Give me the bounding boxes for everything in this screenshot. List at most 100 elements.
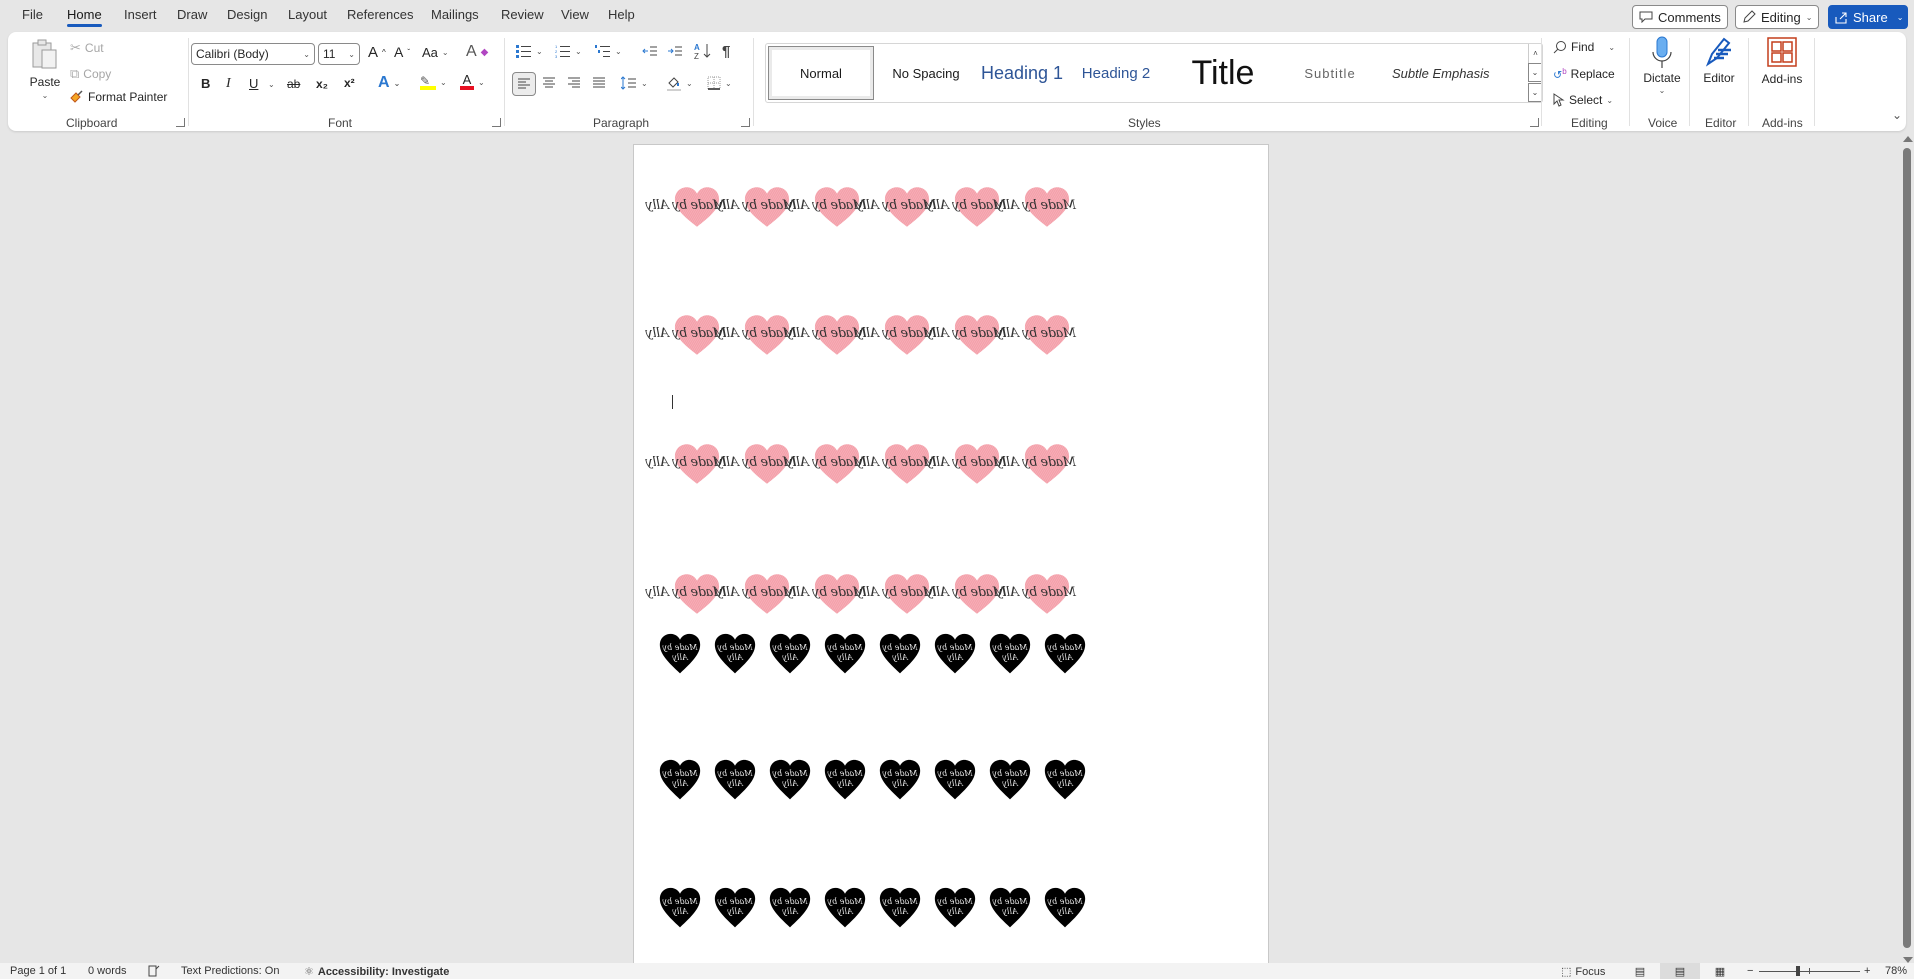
copy-button[interactable]: ⧉ Copy xyxy=(70,66,111,82)
show-formatting-marks-button[interactable]: ¶ xyxy=(722,43,730,60)
dictate-button[interactable]: Dictate ⌄ xyxy=(1637,36,1687,95)
align-center-button[interactable] xyxy=(542,77,556,89)
tab-layout[interactable]: Layout xyxy=(288,7,327,22)
focus-button[interactable]: ⬚ Focus xyxy=(1561,965,1605,979)
justify-button[interactable] xyxy=(592,77,606,89)
styles-launcher-icon[interactable] xyxy=(1530,118,1539,127)
pink-heart-label-image[interactable]: Made by Ally xyxy=(996,572,1076,618)
find-button[interactable]: Find ⌄ xyxy=(1553,40,1615,54)
black-heart-label-image[interactable]: Made by Ally xyxy=(714,631,756,677)
format-painter-button[interactable]: Format Painter xyxy=(70,90,167,104)
zoom-in-button[interactable]: + xyxy=(1864,965,1870,977)
pink-heart-label-image[interactable]: Made by Ally xyxy=(996,185,1076,231)
font-size-dropdown[interactable]: 11 ⌄ xyxy=(318,43,360,65)
black-heart-label-image[interactable]: Made by Ally xyxy=(934,631,976,677)
page-count[interactable]: Page 1 of 1 xyxy=(10,965,66,977)
bullets-button[interactable]: ⌄ xyxy=(516,44,543,58)
black-heart-label-image[interactable]: Made by Ally xyxy=(714,885,756,931)
replace-button[interactable]: ↺b Replace xyxy=(1553,67,1615,82)
clear-formatting-button[interactable]: A ◆ xyxy=(466,43,488,61)
paragraph-launcher-icon[interactable] xyxy=(741,118,750,127)
tab-help[interactable]: Help xyxy=(608,7,635,22)
sort-button[interactable]: AZ xyxy=(694,42,712,60)
black-heart-label-image[interactable]: Made by Ally xyxy=(769,885,811,931)
font-launcher-icon[interactable] xyxy=(492,118,501,127)
shading-button[interactable]: ⌄ xyxy=(666,75,693,91)
text-predictions-status[interactable]: Text Predictions: On xyxy=(181,965,279,977)
style-subtle-emphasis[interactable]: Subtle Emphasis xyxy=(1382,46,1526,100)
black-heart-label-image[interactable]: Made by Ally xyxy=(714,757,756,803)
font-name-dropdown[interactable]: Calibri (Body) ⌄ xyxy=(191,43,315,65)
increase-indent-button[interactable] xyxy=(667,44,683,58)
line-spacing-button[interactable]: ⌄ xyxy=(621,76,648,90)
italic-button[interactable]: I xyxy=(226,76,231,92)
tab-draw[interactable]: Draw xyxy=(177,7,207,22)
align-left-button[interactable] xyxy=(512,72,536,96)
document-page[interactable]: Made by Ally Made by Ally Made by Ally Made… xyxy=(633,144,1269,964)
tab-file[interactable]: File xyxy=(22,7,43,22)
tab-references[interactable]: References xyxy=(347,7,413,22)
black-heart-label-image[interactable]: Made by Ally xyxy=(879,885,921,931)
paste-button[interactable]: Paste ⌄ xyxy=(24,38,66,100)
black-heart-label-image[interactable]: Made by Ally xyxy=(1044,885,1086,931)
black-heart-label-image[interactable]: Made by Ally xyxy=(879,757,921,803)
style-title[interactable]: Title xyxy=(1168,46,1278,100)
borders-button[interactable]: ⌄ xyxy=(707,76,732,90)
black-heart-label-image[interactable]: Made by Ally xyxy=(824,757,866,803)
collapse-ribbon-icon[interactable]: ⌄ xyxy=(1892,108,1902,122)
superscript-button[interactable]: x² xyxy=(344,76,355,90)
subscript-button[interactable]: x₂ xyxy=(316,77,328,91)
clipboard-launcher-icon[interactable] xyxy=(176,118,185,127)
numbering-button[interactable]: 123 ⌄ xyxy=(555,44,582,58)
black-heart-label-image[interactable]: Made by Ally xyxy=(659,757,701,803)
bold-button[interactable]: B xyxy=(201,76,210,91)
zoom-out-button[interactable]: − xyxy=(1747,965,1753,977)
black-heart-label-image[interactable]: Made by Ally xyxy=(659,885,701,931)
zoom-level[interactable]: 78% xyxy=(1885,965,1907,977)
style-heading-2[interactable]: Heading 2 xyxy=(1066,46,1166,100)
vertical-scrollbar[interactable] xyxy=(1902,132,1914,963)
accessibility-status[interactable]: ⚛ Accessibility: Investigate xyxy=(304,965,449,979)
tab-home[interactable]: Home xyxy=(67,7,102,27)
black-heart-label-image[interactable]: Made by Ally xyxy=(989,757,1031,803)
underline-button[interactable]: U xyxy=(249,76,258,91)
proofing-icon[interactable] xyxy=(148,965,160,977)
web-layout-button[interactable]: ▦ xyxy=(1700,963,1740,979)
pink-heart-label-image[interactable]: Made by Ally xyxy=(996,442,1076,488)
font-color-button[interactable]: A ⌄ xyxy=(460,73,485,90)
black-heart-label-image[interactable]: Made by Ally xyxy=(989,631,1031,677)
scroll-up-icon[interactable] xyxy=(1903,136,1913,142)
decrease-indent-button[interactable] xyxy=(642,44,658,58)
strikethrough-button[interactable]: ab xyxy=(287,77,300,91)
editing-mode-button[interactable]: Editing ⌄ xyxy=(1735,5,1819,29)
black-heart-label-image[interactable]: Made by Ally xyxy=(879,631,921,677)
pink-heart-label-image[interactable]: Made by Ally xyxy=(996,313,1076,359)
multilevel-list-button[interactable]: ⌄ xyxy=(595,44,622,58)
black-heart-label-image[interactable]: Made by Ally xyxy=(934,885,976,931)
cut-button[interactable]: ✂ Cut xyxy=(70,40,104,56)
style-normal[interactable]: Normal xyxy=(768,46,874,100)
black-heart-label-image[interactable]: Made by Ally xyxy=(659,631,701,677)
black-heart-label-image[interactable]: Made by Ally xyxy=(824,885,866,931)
editor-button[interactable]: Editor xyxy=(1697,36,1741,85)
gallery-expand[interactable]: ⌄ xyxy=(1528,83,1542,102)
black-heart-label-image[interactable]: Made by Ally xyxy=(769,631,811,677)
align-right-button[interactable] xyxy=(567,77,581,89)
black-heart-label-image[interactable]: Made by Ally xyxy=(934,757,976,803)
shrink-font-button[interactable]: Aˇ xyxy=(394,44,410,60)
black-heart-label-image[interactable]: Made by Ally xyxy=(1044,757,1086,803)
gallery-scroll-down[interactable]: ⌄ xyxy=(1528,63,1542,82)
tab-insert[interactable]: Insert xyxy=(124,7,157,22)
highlight-color-button[interactable]: ✎ ⌄ xyxy=(420,74,447,90)
share-button[interactable]: Share ⌄ xyxy=(1828,5,1908,29)
tab-mailings[interactable]: Mailings xyxy=(431,7,479,22)
style-subtitle[interactable]: Subtitle xyxy=(1278,46,1382,100)
comments-button[interactable]: Comments xyxy=(1632,5,1728,29)
style-no-spacing[interactable]: No Spacing xyxy=(876,46,976,100)
black-heart-label-image[interactable]: Made by Ally xyxy=(824,631,866,677)
black-heart-label-image[interactable]: Made by Ally xyxy=(1044,631,1086,677)
select-button[interactable]: Select ⌄ xyxy=(1553,93,1613,107)
change-case-button[interactable]: Aa ⌄ xyxy=(422,45,449,60)
gallery-scroll-up[interactable]: ˄ xyxy=(1528,44,1542,63)
add-ins-button[interactable]: Add-ins xyxy=(1754,37,1810,86)
